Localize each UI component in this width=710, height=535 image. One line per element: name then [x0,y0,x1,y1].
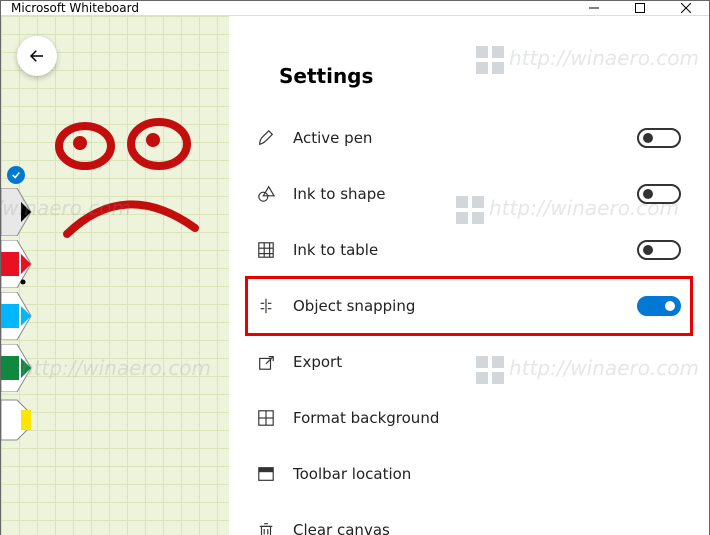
minimize-button[interactable] [571,1,617,15]
pen-blue[interactable] [1,290,41,342]
setting-ink-to-shape[interactable]: Ink to shape [247,166,691,222]
setting-label: Object snapping [293,297,637,315]
setting-active-pen[interactable]: Active pen [247,110,691,166]
export-icon [253,353,279,371]
toolbar-icon [253,465,279,483]
setting-export[interactable]: Export [247,334,691,390]
highlighter-yellow[interactable] [1,394,41,446]
trash-icon [253,521,279,535]
setting-label: Active pen [293,129,637,147]
pen-red[interactable] [1,238,41,290]
maximize-button[interactable] [617,1,663,15]
snap-icon [253,297,279,315]
settings-panel: Settings Active pen Ink to shape Ink to … [229,16,709,535]
setting-label: Format background [293,409,681,427]
setting-label: Export [293,353,681,371]
selected-tool-badge [7,166,25,184]
back-button[interactable] [17,36,57,76]
window-controls [571,1,709,15]
setting-object-snapping[interactable]: Object snapping [247,278,691,334]
setting-label: Clear canvas [293,521,681,535]
settings-heading: Settings [279,64,691,88]
ink-drawing-face [47,116,217,256]
app-window: Microsoft Whiteboard [0,0,710,535]
pen-green[interactable] [1,342,41,394]
toggle-object-snapping[interactable] [637,296,681,316]
toggle-ink-to-shape[interactable] [637,184,681,204]
pen-black[interactable] [1,186,41,238]
shape-icon [253,185,279,203]
window-title: Microsoft Whiteboard [11,1,571,15]
toggle-active-pen[interactable] [637,128,681,148]
setting-label: Ink to table [293,241,637,259]
close-button[interactable] [663,1,709,15]
setting-clear-canvas[interactable]: Clear canvas [247,502,691,535]
toggle-ink-to-table[interactable] [637,240,681,260]
setting-label: Ink to shape [293,185,637,203]
table-icon [253,241,279,259]
whiteboard-canvas[interactable] [1,16,229,535]
grid-icon [253,409,279,427]
setting-ink-to-table[interactable]: Ink to table [247,222,691,278]
setting-toolbar-location[interactable]: Toolbar location [247,446,691,502]
setting-format-background[interactable]: Format background [247,390,691,446]
title-bar: Microsoft Whiteboard [1,1,709,16]
setting-label: Toolbar location [293,465,681,483]
content-area: Settings Active pen Ink to shape Ink to … [1,16,709,535]
pen-toolbox [1,186,41,446]
pen-icon [253,129,279,147]
arrow-left-icon [28,47,46,65]
